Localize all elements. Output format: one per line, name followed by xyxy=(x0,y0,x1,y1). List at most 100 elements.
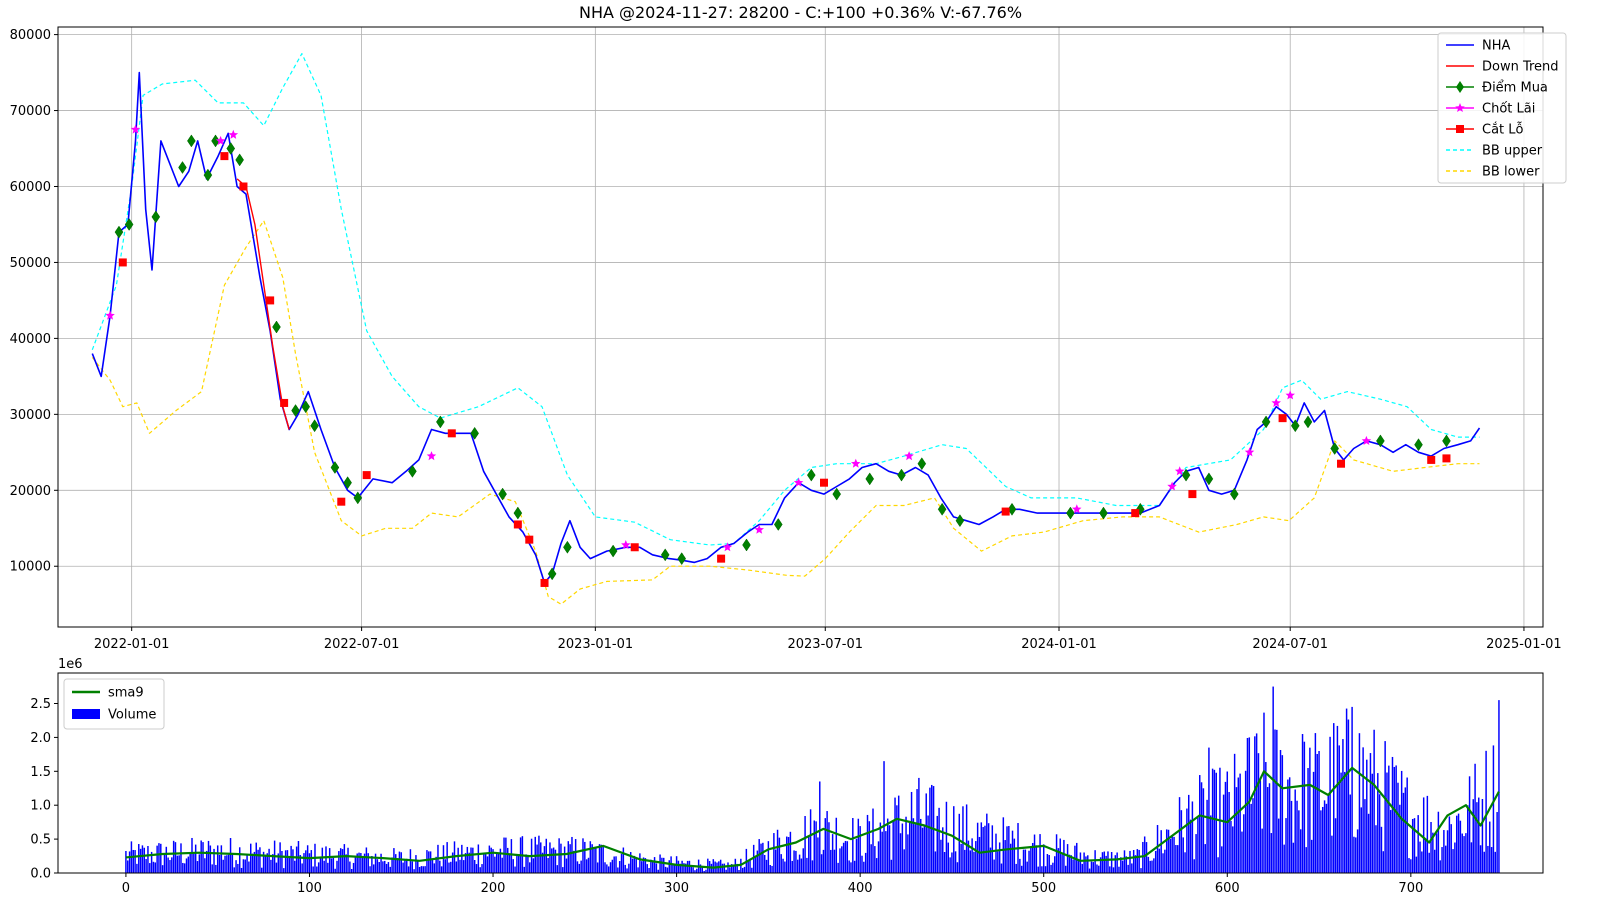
volume-bar xyxy=(1492,745,1495,873)
volume-bar xyxy=(1042,844,1045,873)
volume-bar xyxy=(339,848,342,873)
volume-bar xyxy=(993,859,995,873)
volume-bar xyxy=(1213,769,1216,873)
volume-bar xyxy=(776,829,779,873)
volume-x-tick-label: 600 xyxy=(1215,881,1240,896)
volume-bar xyxy=(945,801,948,873)
volume-bar xyxy=(136,863,138,873)
volume-bar xyxy=(1061,854,1063,873)
volume-bar xyxy=(275,862,278,873)
take-profit-marker xyxy=(426,451,437,461)
stop-loss-marker xyxy=(513,520,522,529)
volume-bar xyxy=(1448,816,1451,873)
volume-bars xyxy=(125,686,1500,873)
price-legend-label: Down Trend xyxy=(1482,60,1559,75)
volume-bar xyxy=(1050,864,1052,873)
volume-bar xyxy=(607,866,610,873)
volume-bar xyxy=(995,833,997,873)
volume-bar xyxy=(991,825,994,873)
volume-bar xyxy=(418,866,421,873)
volume-bar xyxy=(853,860,856,873)
volume-bar xyxy=(389,866,391,873)
volume-bar xyxy=(1351,706,1353,873)
volume-bar xyxy=(167,857,169,873)
volume-bar xyxy=(984,825,986,873)
volume-bar xyxy=(369,866,371,873)
volume-bar xyxy=(1243,814,1245,873)
volume-bar xyxy=(609,862,612,873)
volume-bar xyxy=(875,858,878,873)
volume-bar xyxy=(771,865,773,873)
volume-bar xyxy=(943,852,946,873)
volume-bar xyxy=(141,845,144,873)
volume-bar xyxy=(134,850,136,873)
volume-bar xyxy=(1072,859,1074,873)
volume-bar xyxy=(149,863,151,873)
buy-point-marker xyxy=(917,457,927,471)
volume-bar xyxy=(523,866,525,873)
volume-bar xyxy=(1263,712,1265,873)
price-legend-label: Chốt Lãi xyxy=(1482,102,1535,117)
volume-bar xyxy=(886,818,889,873)
volume-bar xyxy=(960,843,962,873)
volume-bar xyxy=(1356,829,1359,873)
volume-bar xyxy=(844,840,847,873)
buy-point-marker xyxy=(1303,415,1313,429)
volume-bar xyxy=(1184,852,1186,873)
volume-bar xyxy=(132,849,134,873)
volume-bar xyxy=(620,853,623,873)
volume-bar xyxy=(1066,844,1069,873)
take-profit-marker xyxy=(1244,447,1255,457)
volume-bar xyxy=(1254,736,1256,873)
volume-bar xyxy=(617,867,619,873)
volume-bar xyxy=(211,864,213,873)
volume-bar xyxy=(613,856,615,873)
volume-bar xyxy=(321,847,324,873)
volume-bar xyxy=(306,845,309,873)
volume-bar xyxy=(585,859,588,873)
volume-bar xyxy=(833,849,836,873)
volume-bar xyxy=(934,851,937,873)
volume-bar xyxy=(648,867,650,873)
volume-bar xyxy=(655,863,658,873)
volume-bar xyxy=(147,846,149,873)
volume-bar xyxy=(1459,820,1462,873)
volume-bar xyxy=(861,855,863,873)
volume-bar xyxy=(1481,799,1484,873)
buy-point-marker xyxy=(1442,434,1451,448)
volume-bar xyxy=(631,858,634,873)
stop-loss-marker xyxy=(1278,414,1287,423)
volume-bar xyxy=(1206,799,1208,873)
volume-bar xyxy=(312,866,314,873)
volume-bar xyxy=(839,848,841,873)
volume-bar xyxy=(486,856,489,873)
volume-bar xyxy=(1360,807,1363,873)
volume-bar xyxy=(1277,818,1280,873)
volume-bar xyxy=(842,842,845,873)
stop-loss-marker xyxy=(1427,455,1436,464)
buy-point-marker xyxy=(272,320,281,334)
volume-bar xyxy=(1065,865,1067,873)
volume-bar xyxy=(813,820,815,873)
volume-bar xyxy=(1154,850,1157,873)
volume-bar xyxy=(1373,729,1375,873)
volume-bar xyxy=(953,806,955,873)
volume-bar xyxy=(1127,864,1129,873)
volume-bar xyxy=(912,818,915,873)
volume-bar xyxy=(1246,737,1249,873)
volume-bar xyxy=(666,867,669,873)
volume-bar xyxy=(767,841,770,873)
series-line-down-trend xyxy=(236,178,290,430)
volume-bar xyxy=(795,850,797,873)
volume-bar xyxy=(1162,853,1164,873)
buy-point-marker xyxy=(498,487,507,501)
volume-bar xyxy=(459,859,461,873)
volume-bar xyxy=(622,847,625,873)
volume-bar xyxy=(429,851,432,873)
volume-bar xyxy=(1204,844,1206,873)
volume-bar xyxy=(976,822,979,873)
volume-bar xyxy=(505,837,507,873)
price-legend-label: BB lower xyxy=(1482,165,1540,180)
volume-bar xyxy=(1336,725,1339,873)
volume-bar xyxy=(1088,868,1091,873)
